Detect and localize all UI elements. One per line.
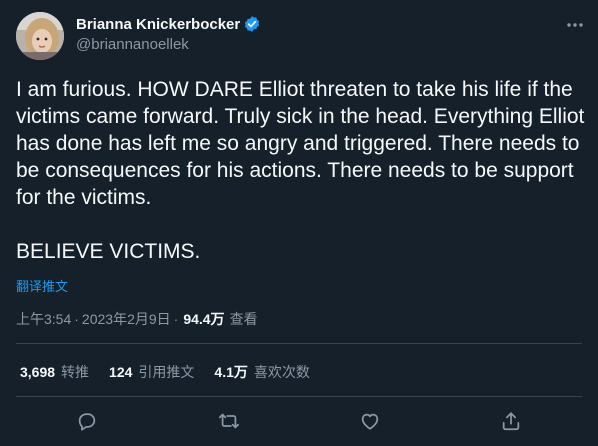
retweets-stat[interactable]: 3,698 转推 xyxy=(20,362,89,382)
heart-icon[interactable] xyxy=(357,408,383,434)
tweet-time[interactable]: 上午3:54 xyxy=(16,309,71,329)
meta-dot: · xyxy=(173,311,179,327)
tweet-text: I am furious. HOW DARE Elliot threaten t… xyxy=(16,78,585,263)
tweet-stats: 3,698 转推 124 引用推文 4.1万 喜欢次数 xyxy=(20,362,330,382)
quotes-label: 引用推文 xyxy=(138,364,195,380)
more-horizontal-icon[interactable] xyxy=(564,14,586,36)
reply-icon[interactable] xyxy=(74,408,100,434)
views-label: 查看 xyxy=(229,311,258,327)
tweet-card: Brianna Knickerbocker @briannanoellek I … xyxy=(0,0,598,446)
retweet-icon[interactable] xyxy=(216,408,242,434)
display-name-link[interactable]: Brianna Knickerbocker xyxy=(76,14,261,34)
verified-badge-icon xyxy=(243,15,261,33)
display-name: Brianna Knickerbocker xyxy=(76,15,241,33)
avatar[interactable] xyxy=(16,12,64,60)
meta-separator: · xyxy=(74,311,79,327)
divider-top xyxy=(16,343,582,344)
user-handle[interactable]: @briannanoellek xyxy=(76,36,261,53)
tweet-date[interactable]: 2023年2月9日 xyxy=(82,309,171,329)
share-icon[interactable] xyxy=(498,408,524,434)
divider-bottom xyxy=(16,396,582,397)
avatar-image xyxy=(16,12,64,60)
quotes-stat[interactable]: 124 引用推文 xyxy=(109,362,194,382)
views-count: 94.4万 xyxy=(183,311,225,327)
retweets-count: 3,698 xyxy=(20,364,56,380)
likes-stat[interactable]: 4.1万 喜欢次数 xyxy=(214,362,309,382)
likes-label: 喜欢次数 xyxy=(253,364,310,380)
quotes-count: 124 xyxy=(109,364,133,380)
retweets-label: 转推 xyxy=(61,364,90,380)
tweet-metadata: 上午3:54 · 2023年2月9日 · 94.4万 查看 xyxy=(16,309,258,329)
translate-tweet-link[interactable]: 翻译推文 xyxy=(16,276,68,295)
action-bar xyxy=(0,406,598,436)
author-info: Brianna Knickerbocker @briannanoellek xyxy=(76,14,261,53)
likes-count: 4.1万 xyxy=(214,364,248,380)
